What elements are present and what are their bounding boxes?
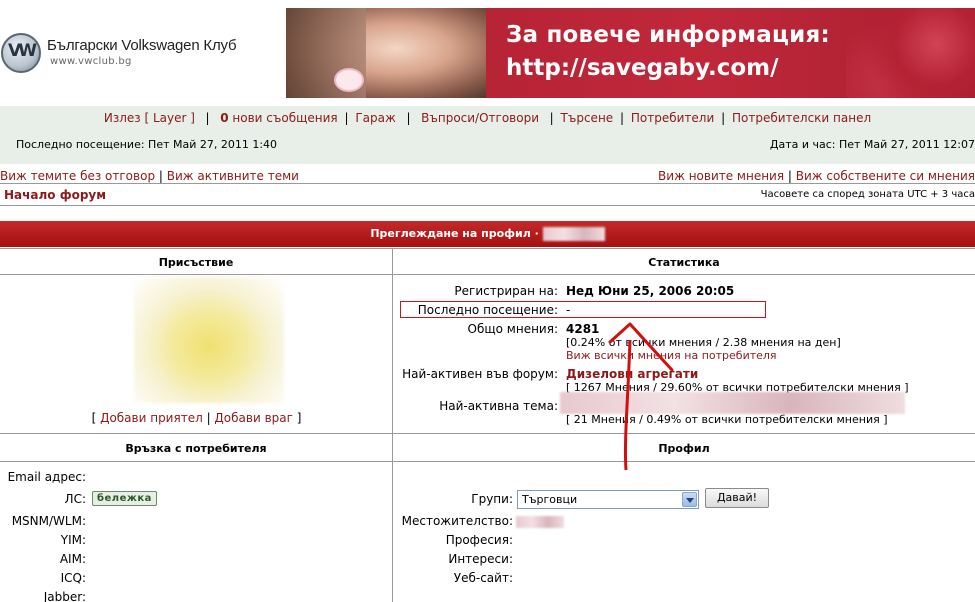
avatar — [134, 277, 284, 403]
icq-label: ICQ: — [60, 571, 86, 585]
msnm-label: MSNM/WLM: — [11, 514, 86, 528]
groups-select-value: Търговци — [522, 493, 578, 506]
messages-label[interactable]: нови съобщения — [229, 111, 337, 125]
interests-label: Интереси: — [448, 552, 513, 566]
timezone-info: Часовете са според зоната UTC + 3 часа — [760, 189, 975, 200]
faq-link[interactable]: Въпроси/Отговори — [421, 111, 539, 125]
occupation-label: Професия: — [445, 533, 513, 547]
breadcrumb: Начало форум Часовете са според зоната U… — [0, 184, 975, 206]
banner-ad[interactable]: За повече информация: http://savegaby.co… — [286, 8, 975, 98]
banner-photo — [286, 8, 486, 98]
go-button[interactable]: Давай! — [705, 488, 769, 508]
registered-label: Регистриран на: — [454, 284, 558, 298]
presence-cell: [ Добави приятел | Добави враг ] — [0, 275, 393, 433]
logo-title[interactable]: Български Volkswagen Клуб — [47, 37, 237, 54]
chevron-down-icon[interactable] — [682, 492, 697, 507]
active-topics-link[interactable]: Виж активните теми — [167, 169, 299, 183]
annotation-arrow-icon — [608, 322, 674, 471]
messages-count[interactable]: 0 — [220, 111, 228, 125]
forum-home-link[interactable]: Начало форум — [4, 188, 106, 202]
pm-button[interactable]: бележка — [92, 491, 157, 506]
vw-logo-icon[interactable]: VW — [1, 33, 41, 73]
banner-text-url: http://savegaby.com/ — [506, 55, 779, 81]
add-friend-link[interactable]: Добави приятел — [100, 411, 203, 425]
users-link[interactable]: Потребители — [631, 111, 714, 125]
website-label: Уеб-сайт: — [453, 571, 513, 585]
yim-label: YIM: — [60, 533, 86, 547]
location-value-blurred — [516, 516, 564, 528]
most-active-forum-label: Най-активен във форум: — [402, 367, 558, 381]
logout-link[interactable]: Излез [ Layer ] — [104, 111, 195, 125]
jabber-label: Jabber: — [43, 590, 86, 602]
current-datetime: Дата и час: Пет Май 27, 2011 12:07 — [769, 138, 975, 151]
profile-title: Преглеждане на профил · — [370, 227, 605, 241]
username-blurred — [542, 227, 605, 241]
location-label: Местожителство: — [401, 514, 513, 528]
stats-header: Статистика — [393, 248, 975, 275]
registered-value: Нед Юни 25, 2006 20:05 — [566, 284, 735, 298]
contact-header: Връзка с потребителя — [0, 433, 393, 462]
groups-label: Групи: — [471, 492, 513, 506]
unanswered-topics-link[interactable]: Виж темите без отговор — [0, 169, 155, 183]
banner-text-line1: За повече информация: — [506, 22, 830, 48]
email-label: Email адрес: — [7, 470, 86, 484]
messages-link[interactable]: 0 нови съобщения — [220, 111, 337, 125]
friend-foe-links: [ Добави приятел | Добави враг ] — [91, 411, 302, 425]
add-foe-link[interactable]: Добави враг — [214, 411, 293, 425]
logo-url: www.vwclub.bg — [50, 56, 132, 67]
total-posts-label: Общо мнения: — [467, 322, 559, 336]
quick-links-row: Виж темите без отговор | Виж активните т… — [0, 164, 975, 184]
last-visit-info: Последно посещение: Пет Май 27, 2011 1:4… — [16, 138, 278, 151]
search-link[interactable]: Търсене — [561, 111, 614, 125]
banner-flower-decoration — [846, 8, 975, 98]
garage-link[interactable]: Гараж — [355, 111, 395, 125]
last-visit-label: Последно посещение: — [417, 303, 558, 317]
own-posts-link[interactable]: Виж собствените си мнения — [796, 169, 975, 183]
pm-label: ЛС: — [64, 492, 86, 506]
profile-header-bar: Преглеждане на профил · — [0, 221, 975, 247]
presence-header: Присъствие — [0, 248, 393, 275]
aim-label: AIM: — [59, 552, 86, 566]
user-panel-link[interactable]: Потребителски панел — [732, 111, 871, 125]
most-active-topic-label: Най-активна тема: — [439, 399, 558, 413]
top-navigation: Излез [ Layer ] | 0 нови съобщения | Гар… — [103, 111, 872, 125]
groups-select[interactable]: Търговци — [517, 490, 699, 509]
site-header: VW Български Volkswagen Клуб www.vwclub.… — [0, 0, 975, 106]
new-posts-link[interactable]: Виж новите мнения — [658, 169, 784, 183]
